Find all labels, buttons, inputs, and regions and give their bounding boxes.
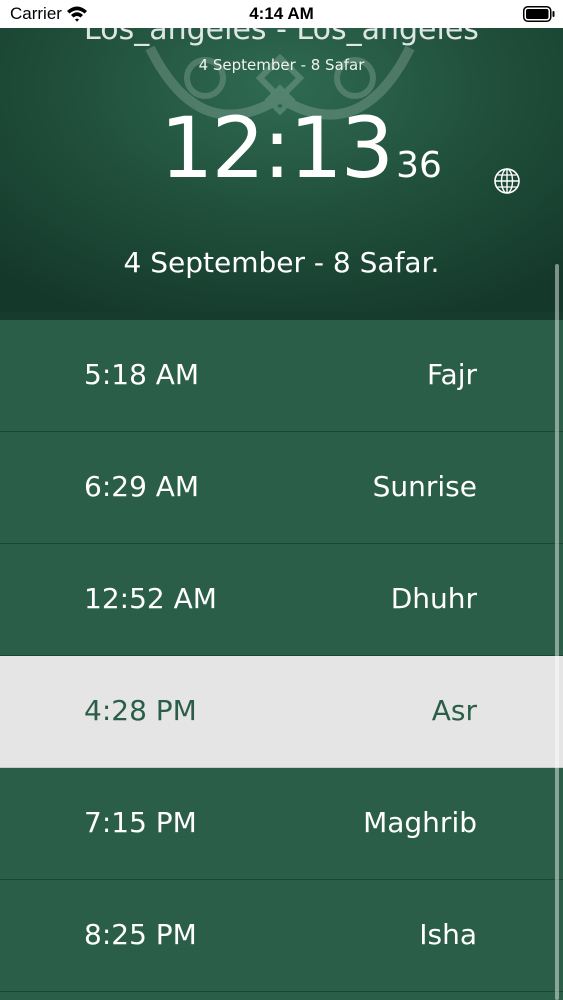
prayer-time: 6:29 AM (84, 470, 200, 503)
current-time-clock: 12:13 36 (160, 106, 442, 190)
globe-icon[interactable] (493, 167, 521, 195)
status-time: 4:14 AM (249, 4, 314, 23)
prayer-row-sunrise[interactable]: 6:29 AM Sunrise (0, 432, 563, 544)
prayer-row-isha[interactable]: 8:25 PM Isha (0, 880, 563, 992)
prayer-name: Asr (431, 694, 477, 727)
prayer-time: 8:25 PM (84, 918, 197, 951)
battery-icon (523, 6, 555, 22)
prayer-name: Maghrib (363, 806, 477, 839)
prayer-row-dhuhr[interactable]: 12:52 AM Dhuhr (0, 544, 563, 656)
clock-hours-minutes: 12:13 (160, 99, 394, 197)
status-bar: Carrier 4:14 AM (0, 0, 563, 28)
header-divider (0, 312, 563, 320)
prayer-name: Sunrise (372, 470, 477, 503)
clock-seconds: 36 (396, 145, 442, 186)
header-date-full: 4 September - 8 Safar. (123, 246, 440, 279)
prayer-time: 7:15 PM (84, 806, 197, 839)
header-date-small: 4 September - 8 Safar (198, 56, 365, 74)
prayer-name: Fajr (427, 358, 477, 391)
prayer-times-list: 5:18 AM Fajr 6:29 AM Sunrise 12:52 AM Dh… (0, 320, 563, 992)
scrollbar[interactable] (555, 264, 559, 1000)
prayer-time: 5:18 AM (84, 358, 200, 391)
prayer-row-asr[interactable]: 4:28 PM Asr (0, 656, 563, 768)
prayer-row-maghrib[interactable]: 7:15 PM Maghrib (0, 768, 563, 880)
header-panel: Los_angeles - Los_angeles 4 September - … (0, 28, 563, 320)
prayer-time: 4:28 PM (84, 694, 197, 727)
city-title: Los_angeles - Los_angeles (84, 28, 479, 47)
prayer-name: Isha (419, 918, 477, 951)
prayer-name: Dhuhr (390, 582, 477, 615)
prayer-row-fajr[interactable]: 5:18 AM Fajr (0, 320, 563, 432)
prayer-time: 12:52 AM (84, 582, 217, 615)
